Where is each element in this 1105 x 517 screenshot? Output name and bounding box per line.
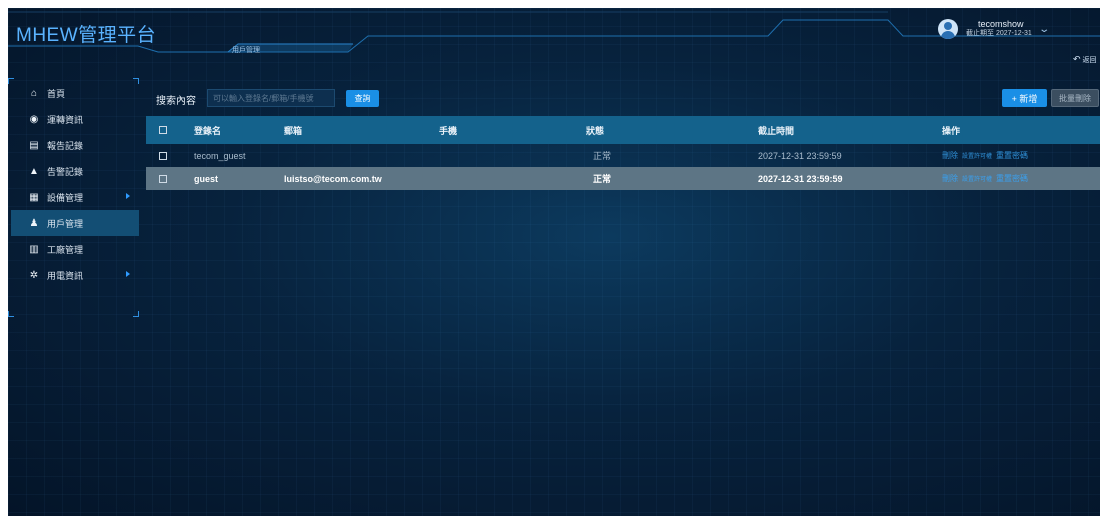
column-header-phone[interactable]: 手機 [439,124,457,137]
set-permissions-link[interactable]: 設置許可權 [962,174,992,183]
home-icon: ⌂ [30,87,38,99]
factory-icon: ▥ [29,243,39,255]
sidebar: ⌂ 首頁 ◉ 運轉資訊 ▤ 報告記錄 ▲ 告警記錄 ▦ 設備管理 ♟ 用戶管理 … [8,78,139,317]
cell-login: tecom_guest [194,150,246,161]
sidebar-item-power-info[interactable]: ✲ 用電資訊 [11,262,139,288]
user-expiry: 截止期至 2027-12-31 [966,30,1032,37]
sidebar-item-label: 報告記錄 [47,140,84,151]
chevron-down-icon[interactable]: ⌄ [1038,24,1050,35]
expand-arrow-icon[interactable] [126,271,130,277]
set-permissions-link[interactable]: 設置許可權 [962,151,992,160]
target-icon: ◉ [29,113,39,125]
column-header-expiry[interactable]: 截止時間 [758,124,794,137]
cell-login: guest [194,173,219,184]
row-actions: 刪除 設置許可權 重置密碼 [942,173,1028,184]
user-name: tecomshow [978,19,1024,29]
back-button[interactable]: ↶ 返回 [1073,54,1097,65]
sidebar-item-label: 告警記錄 [47,166,84,177]
user-icon: ♟ [29,217,39,229]
reset-password-link[interactable]: 重置密碼 [996,173,1028,184]
column-header-email[interactable]: 郵箱 [284,124,302,137]
header-decoration [8,11,1100,53]
row-checkbox[interactable] [159,174,167,183]
column-header-actions: 操作 [942,125,961,136]
query-button[interactable]: 查詢 [346,90,379,107]
report-icon: ▤ [29,139,39,151]
sidebar-item-factories[interactable]: ▥ 工廠管理 [11,236,139,262]
back-label: 返回 [1082,57,1097,64]
table-row[interactable]: guest luistso@tecom.com.tw 正常 2027-12-31… [146,167,1100,190]
delete-link[interactable]: 刪除 [942,150,958,161]
corner-decoration [8,311,14,317]
tab-user-management[interactable]: 用戶管理 [232,45,260,55]
sidebar-item-reports[interactable]: ▤ 報告記錄 [11,132,139,158]
cell-expiry: 2027-12-31 23:59:59 [758,150,842,161]
add-user-button[interactable]: + 新增 [1002,89,1047,107]
table-row[interactable]: tecom_guest 正常 2027-12-31 23:59:59 刪除 設置… [146,144,1100,167]
sidebar-item-label: 用電資訊 [47,270,84,281]
sidebar-item-label: 工廠管理 [47,244,84,255]
sidebar-item-label: 首頁 [47,88,66,99]
batch-delete-button[interactable]: 批量刪除 [1051,89,1099,107]
cell-email: luistso@tecom.com.tw [284,173,382,184]
sidebar-item-users[interactable]: ♟ 用戶管理 [11,210,139,236]
app-title: MHEW管理平台 [16,25,157,46]
header: MHEW管理平台 用戶管理 tecomshow 截止期至 2027-12-31 … [8,8,1100,64]
gear-icon: ✲ [29,269,39,281]
delete-link[interactable]: 刪除 [942,173,958,184]
cell-expiry: 2027-12-31 23:59:59 [758,173,843,184]
sidebar-item-devices[interactable]: ▦ 設備管理 [11,184,139,210]
sidebar-item-home[interactable]: ⌂ 首頁 [11,80,139,106]
cell-status: 正常 [593,151,612,161]
user-menu[interactable]: tecomshow 截止期至 2027-12-31 ⌄ [938,14,1068,44]
bell-icon: ▲ [29,165,39,177]
search-label: 搜索內容 [156,96,196,107]
expand-arrow-icon[interactable] [126,193,130,199]
users-table: 登錄名 郵箱 手機 狀態 截止時間 操作 tecom_guest 正常 2027… [146,116,1100,190]
sidebar-item-label: 運轉資訊 [47,114,84,125]
row-checkbox[interactable] [159,151,167,160]
row-actions: 刪除 設置許可權 重置密碼 [942,150,1028,161]
sidebar-item-label: 設備管理 [47,192,84,203]
sidebar-item-alarms[interactable]: ▲ 告警記錄 [11,158,139,184]
avatar [938,19,958,39]
search-input[interactable] [207,89,335,107]
app-window: MHEW管理平台 用戶管理 tecomshow 截止期至 2027-12-31 … [8,8,1100,516]
select-all-checkbox[interactable] [159,126,167,134]
cell-status: 正常 [593,174,612,184]
grid-icon: ▦ [29,191,39,203]
table-header: 登錄名 郵箱 手機 狀態 截止時間 操作 [146,116,1100,144]
sidebar-item-operation-info[interactable]: ◉ 運轉資訊 [11,106,139,132]
reset-password-link[interactable]: 重置密碼 [996,150,1028,161]
sidebar-item-label: 用戶管理 [47,218,84,229]
corner-decoration [133,311,139,317]
column-header-login[interactable]: 登錄名 [194,124,221,137]
back-arrow-icon: ↶ [1073,54,1081,64]
column-header-status[interactable]: 狀態 [586,124,604,137]
